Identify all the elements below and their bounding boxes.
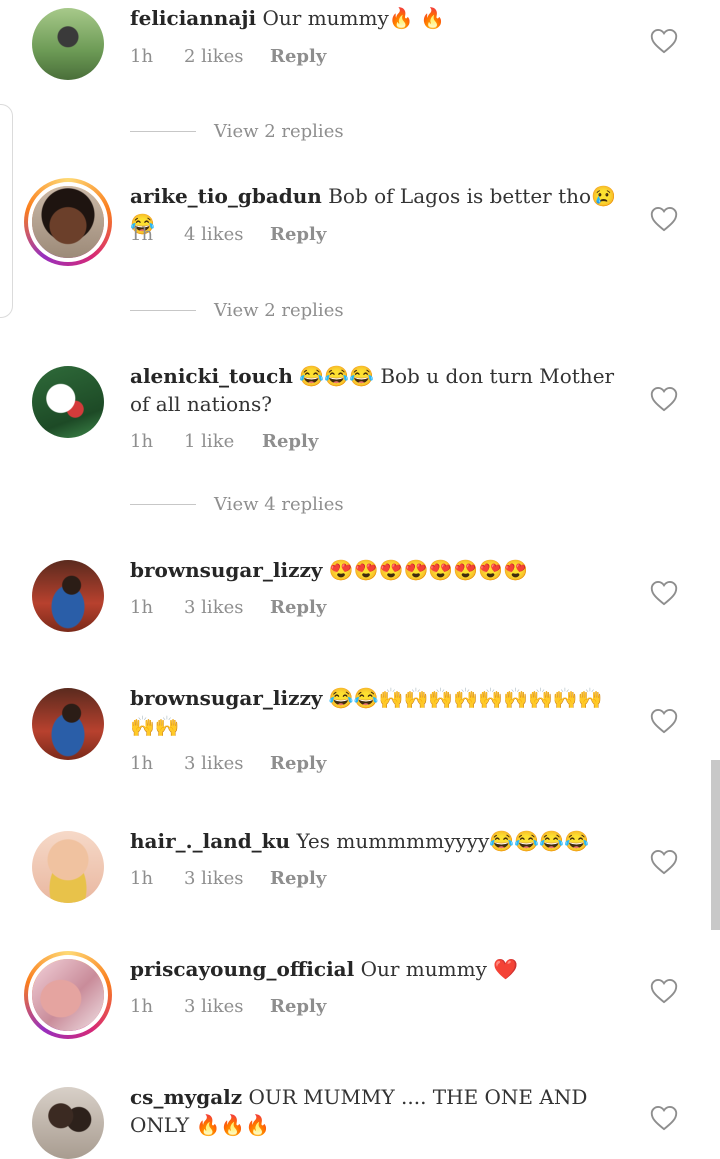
comment-text: Our mummy ❤️ xyxy=(360,957,519,981)
avatar[interactable] xyxy=(32,8,104,80)
comment-time: 1h xyxy=(130,431,154,452)
comment-likes[interactable]: 3 likes xyxy=(184,597,243,618)
avatar[interactable] xyxy=(32,560,104,632)
comment-likes[interactable]: 2 likes xyxy=(184,46,243,67)
avatar[interactable] xyxy=(32,831,104,903)
comment-time: 1h xyxy=(130,996,154,1017)
comment-likes[interactable]: 1 like xyxy=(184,431,234,452)
comment-text: Yes mummmmyyyy😂😂😂😂 xyxy=(296,829,589,853)
comment-time: 1h xyxy=(130,46,154,67)
comment-likes[interactable]: 3 likes xyxy=(184,868,243,889)
avatar[interactable] xyxy=(32,688,104,760)
reply-button[interactable]: Reply xyxy=(270,46,326,67)
comment-text: Our mummy🔥 🔥 xyxy=(262,6,445,30)
replies-divider-line xyxy=(130,131,196,132)
comment-time: 1h xyxy=(130,224,154,245)
comment-username[interactable]: arike_tio_gbadun xyxy=(130,184,322,208)
heart-outline-icon[interactable] xyxy=(650,1105,678,1131)
comment-time: 1h xyxy=(130,868,154,889)
comment-likes[interactable]: 4 likes xyxy=(184,224,243,245)
heart-outline-icon[interactable] xyxy=(650,708,678,734)
avatar[interactable] xyxy=(32,366,104,438)
comment-likes[interactable]: 3 likes xyxy=(184,753,243,774)
comment-time: 1h xyxy=(130,597,154,618)
reply-button[interactable]: Reply xyxy=(270,996,326,1017)
view-replies-label[interactable]: View 2 replies xyxy=(214,121,344,142)
comment-likes[interactable]: 3 likes xyxy=(184,996,243,1017)
comment-username[interactable]: brownsugar_lizzy xyxy=(130,558,322,582)
view-replies-label[interactable]: View 4 replies xyxy=(214,494,344,515)
reply-button[interactable]: Reply xyxy=(270,868,326,889)
comment-username[interactable]: brownsugar_lizzy xyxy=(130,686,322,710)
reply-button[interactable]: Reply xyxy=(262,431,318,452)
avatar-story-ring[interactable] xyxy=(24,178,112,266)
comment-username[interactable]: alenicki_touch xyxy=(130,364,293,388)
heart-outline-icon[interactable] xyxy=(650,978,678,1004)
heart-outline-icon[interactable] xyxy=(650,580,678,606)
reply-button[interactable]: Reply xyxy=(270,753,326,774)
avatar-story-ring[interactable] xyxy=(24,951,112,1039)
heart-outline-icon[interactable] xyxy=(650,28,678,54)
comment-username[interactable]: hair_._land_ku xyxy=(130,829,290,853)
heart-outline-icon[interactable] xyxy=(650,386,678,412)
comment-username[interactable]: cs_mygalz xyxy=(130,1085,242,1109)
comment-text: 😍😍😍😍😍😍😍😍 xyxy=(328,558,529,582)
heart-outline-icon[interactable] xyxy=(650,849,678,875)
side-panel-edge xyxy=(0,104,13,318)
comment-time: 1h xyxy=(130,753,154,774)
replies-divider-line xyxy=(130,504,196,505)
view-replies-label[interactable]: View 2 replies xyxy=(214,300,344,321)
reply-button[interactable]: Reply xyxy=(270,224,326,245)
comment-username[interactable]: feliciannaji xyxy=(130,6,256,30)
heart-outline-icon[interactable] xyxy=(650,206,678,232)
avatar[interactable] xyxy=(32,1087,104,1159)
scrollbar[interactable] xyxy=(711,760,720,930)
replies-divider-line xyxy=(130,310,196,311)
comment-username[interactable]: priscayoung_official xyxy=(130,957,354,981)
reply-button[interactable]: Reply xyxy=(270,597,326,618)
